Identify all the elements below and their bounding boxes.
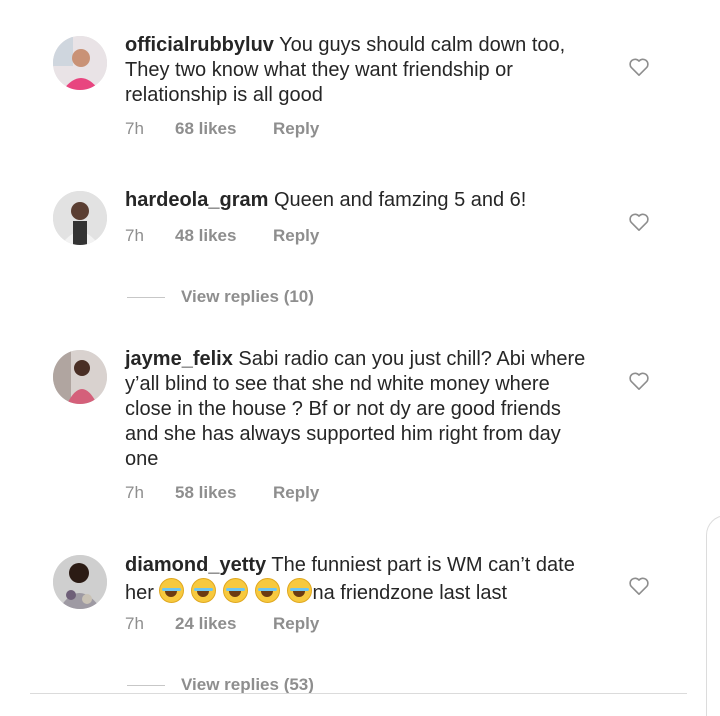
reply-button[interactable]: Reply (273, 614, 319, 634)
comment-meta: 7h 48 likes Reply (125, 226, 319, 246)
heart-icon[interactable] (628, 212, 650, 232)
view-replies-button[interactable]: View replies (10) (127, 287, 314, 307)
avatar[interactable] (53, 555, 107, 609)
comment-text: hardeola_gram Queen and famzing 5 and 6! (125, 188, 595, 213)
timestamp: 7h (125, 614, 144, 633)
heart-icon[interactable] (628, 57, 650, 77)
username-link[interactable]: diamond_yetty (125, 554, 266, 576)
divider-line (127, 684, 165, 686)
comment-meta: 7h 24 likes Reply (125, 614, 319, 634)
likes-count[interactable]: 24 likes (175, 614, 273, 634)
laughing-emoji-icon (159, 578, 313, 604)
avatar[interactable] (53, 350, 107, 404)
username-link[interactable]: officialrubbyluv (125, 34, 274, 56)
comment-text: diamond_yetty The funniest part is WM ca… (125, 553, 595, 606)
comment-body-end: na friendzone last last (312, 582, 508, 604)
reply-button[interactable]: Reply (273, 119, 319, 139)
divider-line (127, 296, 165, 298)
reply-button[interactable]: Reply (273, 483, 319, 503)
heart-icon[interactable] (628, 371, 650, 391)
username-link[interactable]: hardeola_gram (125, 189, 268, 211)
username-link[interactable]: jayme_felix (125, 348, 233, 370)
reply-button[interactable]: Reply (273, 226, 319, 246)
timestamp: 7h (125, 119, 144, 138)
avatar[interactable] (53, 191, 107, 245)
screen-edge (706, 515, 720, 716)
likes-count[interactable]: 68 likes (175, 119, 273, 139)
comment-meta: 7h 58 likes Reply (125, 483, 319, 503)
avatar[interactable] (53, 36, 107, 90)
likes-count[interactable]: 48 likes (175, 226, 273, 246)
comment-meta: 7h 68 likes Reply (125, 119, 319, 139)
view-replies-label: View replies (53) (181, 675, 314, 694)
comment-text: officialrubbyluv You guys should calm do… (125, 33, 595, 108)
heart-icon[interactable] (628, 576, 650, 596)
likes-count[interactable]: 58 likes (175, 483, 273, 503)
timestamp: 7h (125, 226, 144, 245)
timestamp: 7h (125, 483, 144, 502)
comment-text: jayme_felix Sabi radio can you just chil… (125, 347, 595, 472)
comment-body: Queen and famzing 5 and 6! (273, 189, 527, 211)
bottom-divider (30, 693, 687, 694)
view-replies-label: View replies (10) (181, 287, 314, 306)
view-replies-button[interactable]: View replies (53) (127, 675, 314, 695)
